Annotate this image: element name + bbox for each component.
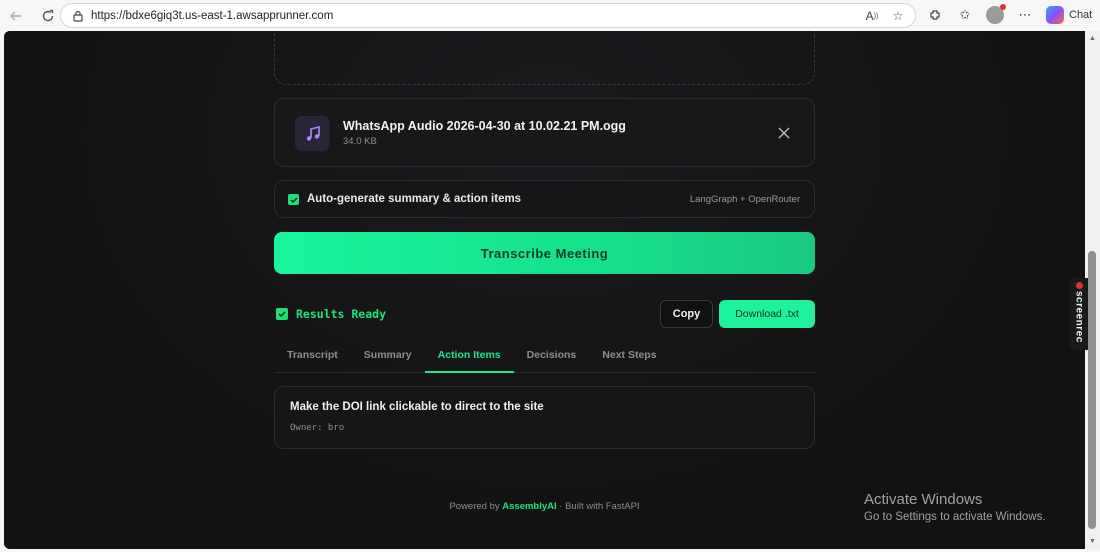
tab-transcript[interactable]: Transcript <box>274 345 351 373</box>
tab-summary[interactable]: Summary <box>351 345 425 373</box>
results-status: Results Ready <box>296 307 387 321</box>
page-footer: Powered by AssemblyAI · Built with FastA… <box>274 501 815 512</box>
copilot-icon <box>1046 6 1064 24</box>
copilot-chat-button[interactable]: Chat <box>1042 6 1096 24</box>
extensions-icon[interactable] <box>922 4 948 26</box>
screenrec-label: screenrec <box>1073 291 1085 343</box>
page-viewport: WhatsApp Audio 2026-04-30 at 10.02.21 PM… <box>4 31 1085 549</box>
profile-avatar[interactable] <box>982 4 1008 26</box>
engine-label: LangGraph + OpenRouter <box>689 194 800 205</box>
browser-toolbar: https://bdxe6giq3t.us-east-1.awsapprunne… <box>0 0 1100 31</box>
upload-dropzone[interactable] <box>274 31 815 85</box>
screenrec-widget[interactable]: screenrec <box>1070 278 1088 350</box>
tab-next-steps[interactable]: Next Steps <box>589 345 669 373</box>
read-aloud-icon[interactable]: A)) <box>861 6 883 26</box>
results-tabs: Transcript Summary Action Items Decision… <box>274 345 815 373</box>
auto-summary-option[interactable]: Auto-generate summary & action items Lan… <box>274 180 815 218</box>
download-txt-button[interactable]: Download .txt <box>719 300 815 328</box>
file-name: WhatsApp Audio 2026-04-30 at 10.02.21 PM… <box>343 119 626 133</box>
scroll-down-arrow-icon[interactable]: ▼ <box>1089 538 1096 545</box>
tab-decisions[interactable]: Decisions <box>514 345 590 373</box>
tab-action-items[interactable]: Action Items <box>424 345 514 373</box>
chat-label: Chat <box>1069 9 1093 21</box>
remove-file-close-icon[interactable] <box>774 123 794 143</box>
more-menu-icon[interactable]: ⋯ <box>1012 4 1038 26</box>
transcribe-meeting-button[interactable]: Transcribe Meeting <box>274 232 815 274</box>
back-arrow-icon[interactable] <box>4 4 28 28</box>
favorites-icon[interactable]: ✩ <box>952 4 978 26</box>
action-item-title: Make the DOI link clickable to direct to… <box>290 401 544 413</box>
auto-summary-checkbox[interactable] <box>288 194 299 205</box>
footer-prefix: Powered by <box>449 501 503 512</box>
footer-brand-link[interactable]: AssemblyAI <box>502 501 556 512</box>
activate-title: Activate Windows <box>864 491 983 508</box>
file-size: 34.0 KB <box>343 136 377 147</box>
activate-subtitle: Go to Settings to activate Windows. <box>864 511 1046 523</box>
auto-summary-label: Auto-generate summary & action items <box>307 193 522 205</box>
music-note-icon <box>295 116 330 151</box>
avatar <box>986 4 1006 24</box>
footer-suffix: · Built with FastAPI <box>556 501 640 512</box>
copy-button[interactable]: Copy <box>660 300 713 328</box>
record-dot-icon <box>1075 282 1083 289</box>
reload-icon[interactable] <box>36 4 60 28</box>
address-bar[interactable]: https://bdxe6giq3t.us-east-1.awsapprunne… <box>60 3 916 28</box>
action-item-owner: Owner: bro <box>290 423 345 433</box>
scroll-thumb[interactable] <box>1088 251 1096 529</box>
results-ready-check-icon <box>276 308 288 320</box>
url-text[interactable]: https://bdxe6giq3t.us-east-1.awsapprunne… <box>91 10 333 22</box>
activate-windows-watermark: Activate Windows Go to Settings to activ… <box>864 491 1046 523</box>
scroll-up-arrow-icon[interactable]: ▲ <box>1089 35 1096 42</box>
lock-icon[interactable] <box>67 10 89 22</box>
action-item-card: Make the DOI link clickable to direct to… <box>274 386 815 449</box>
selected-file-card: WhatsApp Audio 2026-04-30 at 10.02.21 PM… <box>274 98 815 167</box>
favorite-star-icon[interactable]: ☆ <box>887 6 909 26</box>
